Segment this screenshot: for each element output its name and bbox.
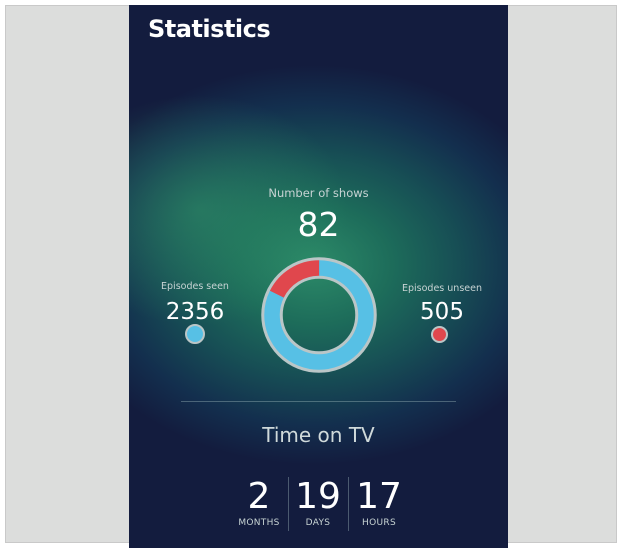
divider — [181, 401, 456, 402]
hours-value: 17 — [356, 476, 402, 517]
shows-count: 82 — [297, 205, 340, 244]
time-separator — [348, 477, 349, 531]
episodes-seen-count: 2356 — [165, 299, 225, 325]
episodes-unseen-count: 505 — [420, 299, 464, 325]
episodes-seen-label: Episodes seen — [161, 281, 229, 292]
page-title: Statistics — [148, 15, 271, 43]
time-on-tv-title: Time on TV — [262, 423, 375, 447]
statistics-screen: Statistics Number of shows 82 Episodes s… — [129, 5, 508, 548]
hours-unit: HOURS — [362, 518, 396, 528]
time-months: 2 MONTHS — [231, 477, 287, 529]
days-unit: DAYS — [305, 518, 331, 528]
seen-legend-dot — [185, 324, 205, 344]
donut-inner-border — [279, 275, 359, 355]
time-days: 19 DAYS — [291, 477, 345, 529]
episodes-donut-chart — [261, 257, 377, 373]
episodes-unseen-label: Episodes unseen — [402, 283, 482, 294]
unseen-legend-dot — [431, 326, 448, 343]
days-value: 19 — [295, 476, 341, 517]
months-value: 2 — [247, 476, 271, 517]
shows-label: Number of shows — [268, 186, 369, 200]
time-separator — [288, 477, 289, 531]
time-hours: 17 HOURS — [351, 477, 407, 529]
months-unit: MONTHS — [238, 518, 280, 528]
